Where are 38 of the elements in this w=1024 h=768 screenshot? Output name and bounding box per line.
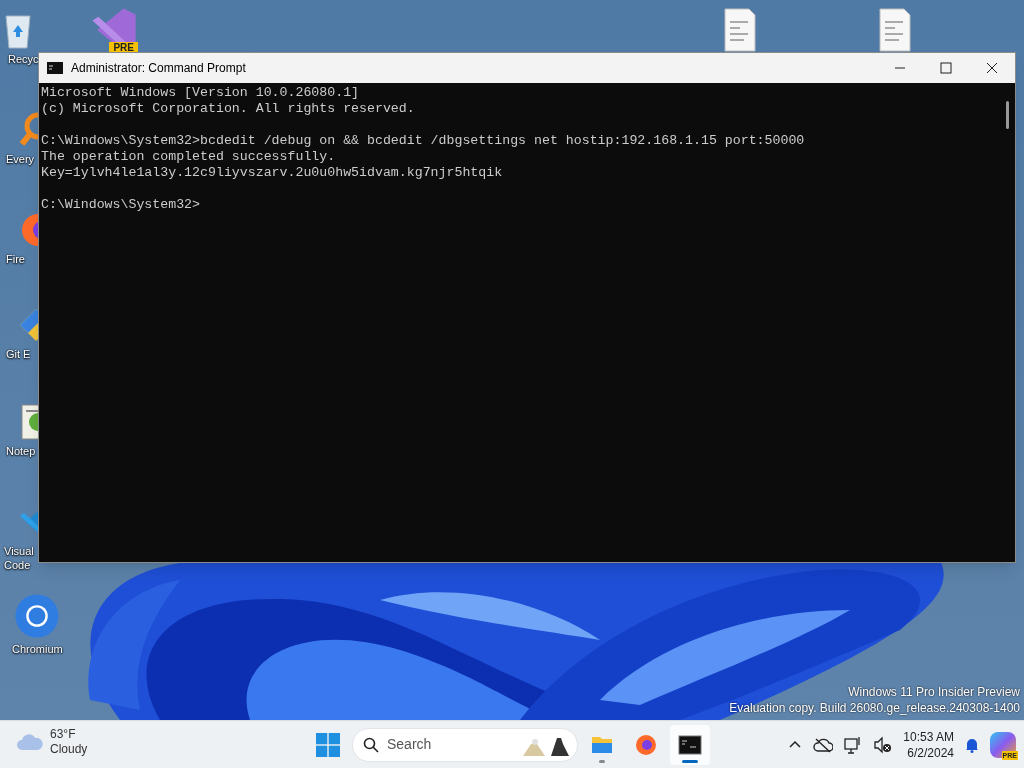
desktop-icon-label: Git E <box>6 347 31 361</box>
console-line: C:\Windows\System32> <box>41 197 201 213</box>
build-watermark: Evaluation copy. Build 26080.ge_release.240308-1400 <box>729 700 1020 716</box>
taskbar-app[interactable] <box>670 724 710 765</box>
desktop-icon-label: Visual Code <box>4 544 34 572</box>
terminal-icon <box>678 732 702 757</box>
console-line: The operation completed successfully. <box>41 149 336 165</box>
clock-date: 6/2/2024 <box>907 744 954 761</box>
bell-icon[interactable] <box>964 736 980 753</box>
document-icon[interactable] <box>722 8 758 52</box>
terminal-icon <box>47 60 63 76</box>
desktop-icon-label: Every <box>6 152 35 166</box>
temperature[interactable]: 63°F <box>50 727 88 742</box>
title-bar[interactable]: Administrator: Command Prompt <box>39 53 1015 83</box>
firefox-icon <box>634 732 658 757</box>
search-icon <box>363 736 379 753</box>
build-watermark: Windows 11 Pro Insider Preview <box>848 684 1020 700</box>
clock[interactable]: 10:53 AM 6/2/2024 <box>903 728 954 761</box>
search-bar[interactable]: Search <box>352 727 578 762</box>
windows-logo-icon <box>316 732 340 757</box>
maximize-icon <box>940 62 952 74</box>
close-icon <box>986 62 998 74</box>
clock-time: 10:53 AM <box>903 728 954 745</box>
console-line: Key=1ylvh4le1al3y.12c9liyvszarv.2u0u0hw5idvam.kg7njr5htqik <box>41 165 503 181</box>
speaker-muted-icon[interactable] <box>873 734 894 755</box>
console-line: C:\Windows\System32>bcdedit /debug on && bcdedit /dbgsettings net hostip:192.168.1.15 port:50000 <box>41 133 805 149</box>
desktop-icon-label: Notep <box>6 444 36 458</box>
console-line: Microsoft Windows [Version 10.0.26080.1] <box>41 85 360 101</box>
desktop-icon-label: Recyc <box>8 52 39 66</box>
search-field[interactable]: Search <box>387 734 513 755</box>
cloud-off-icon[interactable] <box>813 736 834 753</box>
window-title: Administrator: Command Prompt <box>71 60 247 77</box>
weather-condition[interactable]: Cloudy <box>50 742 88 757</box>
desktop-icon-label: Chromium <box>12 642 63 656</box>
desktop-icon-label: Fire <box>6 252 25 266</box>
chromium-icon[interactable] <box>13 592 62 640</box>
console-line: (c) Microsoft Corporation. All rights reserved. <box>41 101 415 117</box>
document-icon[interactable] <box>877 8 913 52</box>
